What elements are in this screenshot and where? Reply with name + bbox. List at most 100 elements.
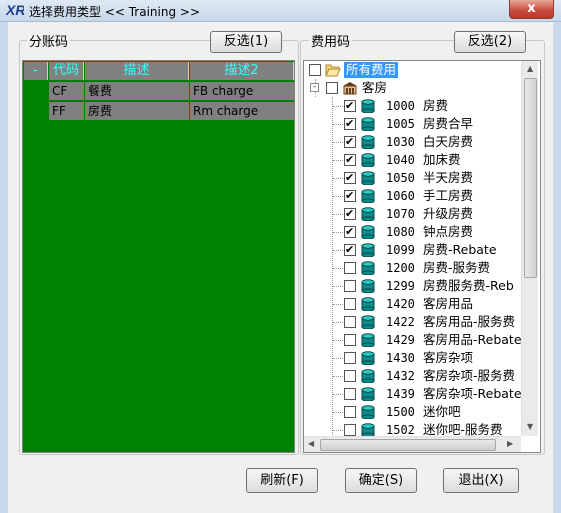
tree-vertical-scrollbar[interactable]: ▲ ▼ (521, 61, 538, 436)
item-checkbox[interactable] (344, 115, 356, 133)
item-checkbox[interactable] (344, 280, 356, 292)
row-code: FF (49, 102, 84, 120)
item-description: 手工房费 (423, 188, 474, 203)
item-checkbox[interactable] (344, 223, 356, 241)
item-description: 房费-服务费 (423, 260, 491, 275)
tree-item-node[interactable]: 1200 房费-服务费 (304, 259, 540, 277)
item-checkbox[interactable] (344, 97, 356, 115)
tree-item-node[interactable]: 1000 房费 (304, 97, 540, 115)
tree-item-node[interactable]: 1050 半天房费 (304, 169, 540, 187)
item-checkbox[interactable] (344, 424, 356, 436)
column-header-code[interactable]: 代码 (49, 62, 84, 80)
item-description: 半天房费 (423, 170, 474, 185)
database-cylinder-icon (361, 171, 375, 185)
item-description: 客房用品-Rebate (423, 332, 522, 347)
tree-item-node[interactable]: 1005 房费合早 (304, 115, 540, 133)
item-checkbox[interactable] (344, 205, 356, 223)
item-code: 1070 (386, 207, 415, 221)
tree-horizontal-scrollbar[interactable]: ◀ ▶ (304, 436, 521, 452)
item-checkbox[interactable] (344, 316, 356, 328)
item-checkbox[interactable] (344, 352, 356, 364)
scroll-down-icon[interactable]: ▼ (527, 422, 533, 431)
item-checkbox[interactable] (344, 388, 356, 400)
table-row[interactable]: FF 房费 Rm charge (23, 101, 294, 121)
close-button[interactable]: x (509, 0, 554, 19)
tree-item-node[interactable]: 1099 房费-Rebate (304, 241, 540, 259)
item-checkbox[interactable] (344, 169, 356, 187)
tree-item-node[interactable]: 1080 钟点房费 (304, 223, 540, 241)
item-code: 1050 (386, 171, 415, 185)
item-checkbox[interactable] (344, 187, 356, 205)
row-desc2: FB charge (190, 82, 294, 100)
item-code: 1099 (386, 243, 415, 257)
tree-item-node[interactable]: 1420 客房用品 (304, 295, 540, 313)
refresh-button[interactable]: 刷新(F) (246, 468, 318, 493)
root-checkbox[interactable] (309, 64, 321, 76)
item-description: 客房杂项-Rebate (423, 386, 522, 401)
item-checkbox[interactable] (344, 334, 356, 346)
column-header-select[interactable]: - (24, 62, 48, 80)
item-checkbox[interactable] (344, 370, 356, 382)
item-checkbox[interactable] (344, 406, 356, 418)
item-checkbox[interactable] (344, 298, 356, 310)
column-header-desc2[interactable]: 描述2 (190, 62, 294, 80)
scroll-up-icon[interactable]: ▲ (527, 64, 533, 73)
database-cylinder-icon (361, 351, 375, 365)
account-code-grid: - 代码 描述 描述2 CF 餐费 FB charge FF 房费 Rm cha… (22, 60, 295, 453)
item-code: 1005 (386, 117, 415, 131)
item-code: 1420 (386, 297, 415, 311)
invert-selection-1-button[interactable]: 反选(1) (210, 31, 282, 53)
item-code: 1500 (386, 405, 415, 419)
charge-code-tree: 所有费用 - 客房 1000房费1005房费合早1030白天房费1040加床费1… (303, 60, 541, 453)
item-code: 1429 (386, 333, 415, 347)
database-cylinder-icon (361, 297, 375, 311)
exit-button[interactable]: 退出(X) (443, 468, 519, 493)
tree-item-node[interactable]: 1060 手工房费 (304, 187, 540, 205)
database-cylinder-icon (361, 135, 375, 149)
database-cylinder-icon (361, 333, 375, 347)
database-cylinder-icon (361, 189, 375, 203)
charge-code-group-title: 费用码 (309, 31, 353, 50)
row-desc2: Rm charge (190, 102, 294, 120)
tree-item-node[interactable]: 1429 客房用品-Rebate (304, 331, 540, 349)
tree-item-node[interactable]: 1299 房费服务费-Reb (304, 277, 540, 295)
table-row[interactable]: CF 餐费 FB charge (23, 81, 294, 101)
database-cylinder-icon (361, 423, 375, 437)
tree-item-node[interactable]: 1422 客房用品-服务费 (304, 313, 540, 331)
tree-item-node[interactable]: 1040 加床费 (304, 151, 540, 169)
horizontal-scroll-thumb[interactable] (320, 439, 496, 451)
vertical-scroll-thumb[interactable] (524, 78, 537, 278)
tree-item-node[interactable]: 1500 迷你吧 (304, 403, 540, 421)
item-checkbox[interactable] (344, 241, 356, 259)
tree-item-node[interactable]: 1430 客房杂项 (304, 349, 540, 367)
title-bar: XR 选择费用类型 << Training >> x (0, 0, 561, 22)
item-description: 客房用品-服务费 (423, 314, 516, 329)
tree-item-node[interactable]: 1070 升级房费 (304, 205, 540, 223)
item-checkbox[interactable] (344, 133, 356, 151)
tree-item-node[interactable]: 1432 客房杂项-服务费 (304, 367, 540, 385)
invert-selection-2-button[interactable]: 反选(2) (454, 31, 526, 53)
row-desc: 餐费 (85, 82, 189, 100)
group-label: 客房 (362, 80, 388, 95)
item-code: 1030 (386, 135, 415, 149)
column-header-desc[interactable]: 描述 (85, 62, 189, 80)
tree-group-node[interactable]: - 客房 (304, 79, 540, 97)
group-checkbox[interactable] (326, 82, 338, 94)
item-code: 1080 (386, 225, 415, 239)
ok-button[interactable]: 确定(S) (345, 468, 417, 493)
item-checkbox[interactable] (344, 151, 356, 169)
scroll-right-icon[interactable]: ▶ (507, 439, 513, 448)
svg-text:XR: XR (6, 2, 24, 18)
item-checkbox[interactable] (344, 262, 356, 274)
row-selector[interactable] (24, 102, 48, 120)
tree-item-node[interactable]: 1030 白天房费 (304, 133, 540, 151)
item-description: 客房杂项 (423, 350, 474, 365)
tree-item-node[interactable]: 1439 客房杂项-Rebate (304, 385, 540, 403)
collapse-toggle-icon[interactable]: - (310, 83, 319, 92)
item-description: 客房杂项-服务费 (423, 368, 516, 383)
row-code: CF (49, 82, 84, 100)
tree-root-node[interactable]: 所有费用 (304, 61, 540, 79)
scroll-left-icon[interactable]: ◀ (308, 439, 314, 448)
database-cylinder-icon (361, 405, 375, 419)
row-selector[interactable] (24, 82, 48, 100)
